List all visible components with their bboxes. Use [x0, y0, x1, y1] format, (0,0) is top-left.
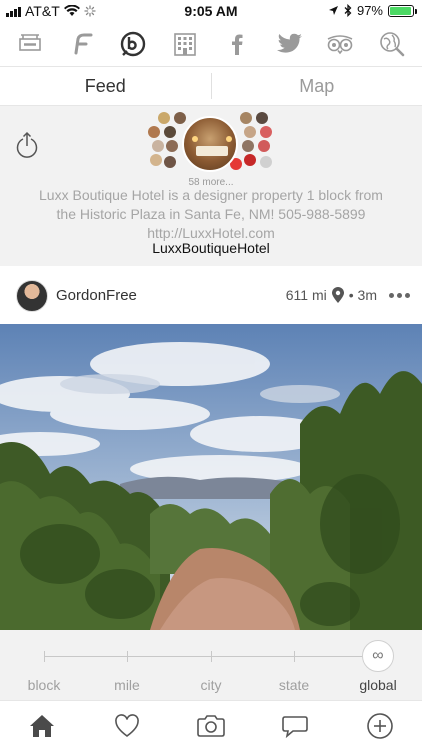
follower-avatar — [164, 126, 176, 138]
foursquare-icon[interactable] — [65, 27, 99, 61]
favorites-button[interactable] — [107, 706, 147, 746]
share-button[interactable] — [14, 130, 40, 158]
twitter-icon[interactable] — [272, 27, 306, 61]
follower-avatar — [148, 126, 160, 138]
follower-avatar — [158, 112, 170, 124]
range-slider: ∞ block mile city state global — [0, 630, 422, 700]
follower-avatar — [174, 112, 186, 124]
follower-avatar — [166, 140, 178, 152]
share-icon — [16, 131, 38, 158]
camera-button[interactable] — [191, 706, 231, 746]
heart-icon — [114, 713, 139, 737]
hotel-avatar[interactable] — [182, 116, 238, 172]
follower-avatar — [258, 140, 270, 152]
tab-map[interactable]: Map — [212, 67, 422, 105]
follower-avatar-cluster[interactable]: 58 more... — [146, 110, 276, 188]
bluetooth-icon — [344, 4, 352, 17]
add-icon — [366, 712, 393, 739]
range-label-block[interactable]: block — [28, 677, 61, 693]
more-options-icon[interactable] — [389, 292, 410, 298]
hotel-sign-icon[interactable] — [13, 27, 47, 61]
follower-avatar — [260, 156, 272, 168]
b-logo-icon[interactable] — [116, 27, 150, 61]
battery-icon — [388, 4, 417, 17]
location-pin-icon[interactable] — [331, 286, 345, 304]
follower-avatar — [150, 154, 162, 166]
camera-icon — [197, 714, 225, 737]
range-tick — [211, 651, 212, 662]
status-bar: AT&T 9:05 AM 97% — [0, 0, 422, 22]
social-icon-bar — [0, 24, 422, 64]
battery-percent: 97% — [356, 3, 383, 18]
range-label-city[interactable]: city — [201, 677, 222, 693]
range-label-state[interactable]: state — [279, 677, 309, 693]
chat-icon — [282, 715, 309, 738]
feed-map-tabs: Feed Map — [0, 66, 422, 106]
landscape-photo — [0, 324, 422, 630]
follower-avatar — [244, 154, 256, 166]
range-label-global[interactable]: global — [359, 677, 396, 693]
post-photo[interactable] — [0, 324, 422, 630]
follower-avatar — [244, 126, 256, 138]
home-icon — [30, 714, 55, 737]
status-right: 97% — [328, 3, 417, 18]
tab-feed[interactable]: Feed — [0, 67, 211, 105]
avatar[interactable] — [16, 280, 48, 312]
bottom-nav — [0, 700, 422, 750]
range-tick — [44, 651, 45, 662]
tripadvisor-icon[interactable] — [323, 27, 357, 61]
range-label-mile[interactable]: mile — [114, 677, 140, 693]
range-tick — [127, 651, 128, 662]
post-header: GordonFree 611 mi • 3m — [0, 268, 422, 324]
follower-avatar — [152, 140, 164, 152]
follower-avatar — [256, 112, 268, 124]
add-button[interactable] — [360, 706, 400, 746]
post-meta: 611 mi • 3m — [286, 286, 410, 304]
hotel-description: Luxx Boutique Hotel is a designer proper… — [39, 187, 383, 241]
post-username[interactable]: GordonFree — [56, 287, 137, 304]
location-arrow-icon — [328, 6, 338, 15]
hotel-header: 58 more... Luxx Boutique Hotel is a desi… — [0, 106, 422, 266]
follower-avatar — [240, 112, 252, 124]
follower-avatar — [260, 126, 272, 138]
home-button[interactable] — [22, 706, 62, 746]
range-tick — [294, 651, 295, 662]
facebook-icon[interactable] — [220, 27, 254, 61]
follower-avatar — [242, 140, 254, 152]
building-icon[interactable] — [168, 27, 202, 61]
post-distance: 611 mi — [285, 287, 327, 303]
hotel-name[interactable]: LuxxBoutiqueHotel — [0, 240, 422, 256]
post-time-ago: • 3m — [348, 287, 377, 303]
follower-avatar — [164, 156, 176, 168]
messages-button[interactable] — [275, 706, 315, 746]
range-knob[interactable]: ∞ — [362, 640, 394, 672]
search-globe-icon[interactable] — [375, 27, 409, 61]
